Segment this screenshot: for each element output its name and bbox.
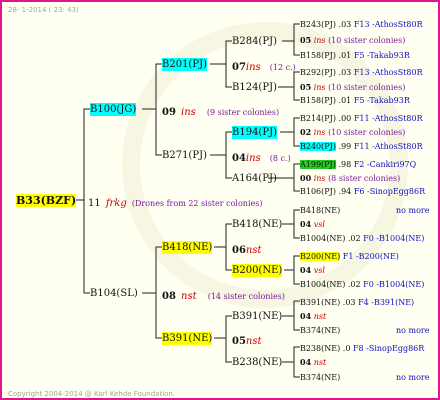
gen4-row[interactable]: B214(PJ) .00 F11 -AthosSt80R xyxy=(300,112,423,125)
copyright: Copyright 2004-2014 @ Karl Kehde Foundat… xyxy=(8,390,176,398)
gen4-mating-row: 04 nst xyxy=(300,357,327,367)
gen3-queen[interactable]: B391(NE) xyxy=(232,310,282,323)
dam-mating-line: 08 nst (14 sister colonies) xyxy=(162,291,285,302)
gen4-row[interactable]: B1004(NE) .02 F0 -B1004(NE) xyxy=(300,278,424,291)
gen2-queen[interactable]: B391(NE) xyxy=(162,332,213,345)
gen4-row[interactable]: B292(PJ) .03 F13 -AthosSt80R xyxy=(300,66,423,79)
gen4-mating-row: 02 ins (10 sister colonies) xyxy=(300,127,406,137)
gen4-row[interactable]: A199(PJ) .98 F2 -Cankiri97Q xyxy=(300,158,416,171)
gen3-queen[interactable]: B194(PJ) xyxy=(232,126,277,139)
gen2-queen[interactable]: B418(NE) xyxy=(162,241,213,254)
gen3-queen[interactable]: B284(PJ) xyxy=(232,35,277,48)
gen2-mating-line: 04ins (8 c.) xyxy=(232,153,291,164)
gen4-row[interactable]: B418(NE) no more xyxy=(300,204,429,217)
root-queen[interactable]: B33(BZF) xyxy=(16,194,77,207)
gen4-row[interactable]: B240(PJ) .99 F11 -AthosSt80R xyxy=(300,140,423,153)
gen2-queen[interactable]: B201(PJ) xyxy=(162,58,207,71)
gen4-row[interactable]: B158(PJ) .01 F5 -Takab93R xyxy=(300,49,410,62)
gen4-mating-row: 00 ins (8 sister colonies) xyxy=(300,173,401,183)
gen3-queen[interactable]: B124(PJ) xyxy=(232,81,277,94)
sire-mating-line: 09 ins (9 sister colonies) xyxy=(162,107,280,118)
sire-queen[interactable]: B100(JG) xyxy=(90,103,137,116)
gen4-row[interactable]: B374(NE) no more xyxy=(300,324,429,337)
gen4-row[interactable]: B374(NE) no more xyxy=(300,371,429,384)
gen4-row[interactable]: B391(NE) .03 F4 -B391(NE) xyxy=(300,296,414,309)
gen4-row[interactable]: B106(PJ) .94 F6 -SinopEgg86R xyxy=(300,185,425,198)
gen2-queen[interactable]: B271(PJ) xyxy=(162,149,207,162)
gen2-mating-line: 06nst xyxy=(232,245,262,256)
gen3-queen[interactable]: B238(NE) xyxy=(232,356,282,369)
gen4-row[interactable]: B238(NE) .0 F8 -SinopEgg86R xyxy=(300,342,424,355)
gen2-mating-line: 05nst xyxy=(232,336,262,347)
gen3-queen[interactable]: B418(NE) xyxy=(232,218,282,231)
gen4-mating-row: 04 vsl xyxy=(300,219,325,229)
root-year: 11 xyxy=(88,198,101,209)
pedigree-frame: 28- 1-2014 ( 23: 43) B33(BZF) 11 frkg (D… xyxy=(0,0,440,400)
gen4-row[interactable]: B243(PJ) .03 F13 -AthosSt80R xyxy=(300,18,423,31)
gen2-mating-line: 07ins (12 c.) xyxy=(232,62,296,73)
gen3-queen[interactable]: B200(NE) xyxy=(232,264,283,277)
root-note: (Drones from 22 sister colonies) xyxy=(131,199,263,208)
gen4-row[interactable]: B158(PJ) .01 F5 -Takab93R xyxy=(300,94,410,107)
dam-queen[interactable]: B104(SL) xyxy=(90,287,138,300)
gen4-row[interactable]: B200(NE) F1 -B200(NE) xyxy=(300,250,399,263)
root-code: frkg xyxy=(105,198,127,209)
root-mating-line: 11 frkg (Drones from 22 sister colonies) xyxy=(88,194,262,210)
gen3-queen[interactable]: A164(PJ) xyxy=(232,172,277,185)
gen4-mating-row: 05 ins (10 sister colonies) xyxy=(300,35,406,45)
gen4-mating-row: 05 ins (10 sister colonies) xyxy=(300,82,406,92)
gen4-row[interactable]: B1004(NE) .02 F0 -B1004(NE) xyxy=(300,232,424,245)
gen4-mating-row: 04 nst xyxy=(300,311,327,321)
gen4-mating-row: 04 vsl xyxy=(300,265,325,275)
